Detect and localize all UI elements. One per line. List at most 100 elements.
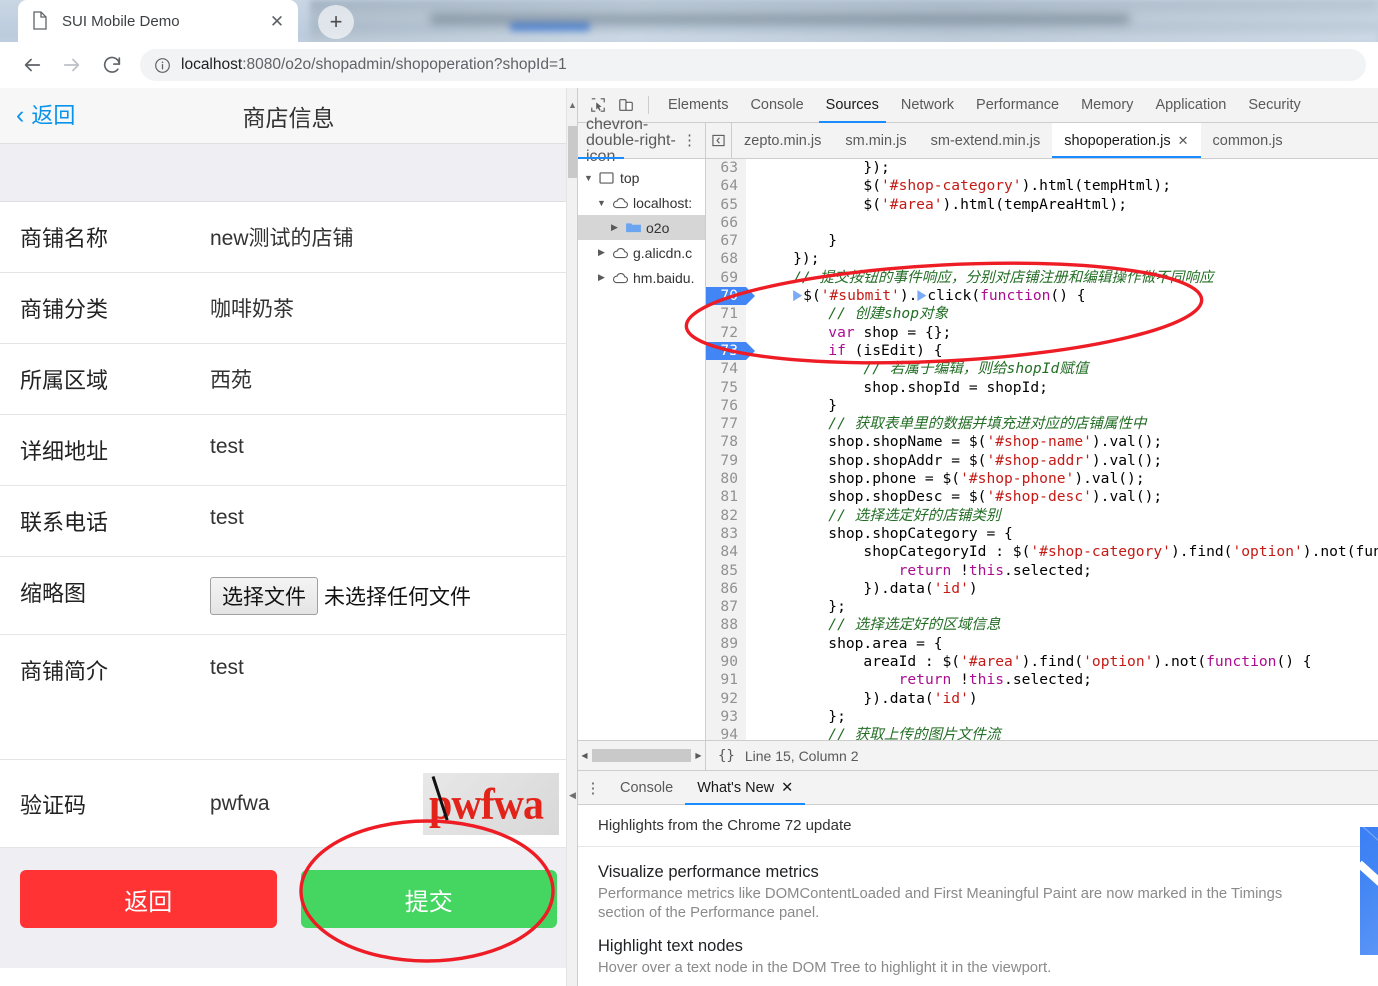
code-line[interactable]: 78 shop.shopName = $('#shop-name').val()…	[706, 433, 1378, 452]
tab-application[interactable]: Application	[1144, 88, 1237, 123]
new-tab-button[interactable]: +	[318, 5, 354, 39]
code-text[interactable]: }).data('id')	[746, 690, 1378, 708]
code-line[interactable]: 81 shop.shopDesc = $('#shop-desc').val()…	[706, 488, 1378, 507]
code-text[interactable]: shopCategoryId : $('#shop-category').fin…	[746, 543, 1378, 561]
line-number[interactable]: 88	[706, 616, 746, 635]
row-value[interactable]: new测试的店铺	[210, 202, 577, 271]
code-line[interactable]: 92 }).data('id')	[706, 689, 1378, 708]
code-line[interactable]: 88 // 选择选定好的区域信息	[706, 616, 1378, 635]
code-text[interactable]: // 获取上传的图片文件流	[746, 726, 1378, 740]
tree-item-o2o[interactable]: ▶ o2o	[578, 215, 705, 240]
more-vertical-icon[interactable]: ⋮	[578, 771, 608, 804]
tree-item-localhost[interactable]: ▼ localhost:	[578, 190, 705, 215]
more-vertical-icon[interactable]: ⋮	[682, 133, 697, 148]
code-line[interactable]: 87 };	[706, 598, 1378, 617]
code-line[interactable]: 82 // 选择选定好的店铺类别	[706, 506, 1378, 525]
line-number[interactable]: 72	[706, 323, 746, 342]
file-tab-zepto[interactable]: zepto.min.js	[732, 123, 833, 158]
code-line[interactable]: 94 // 获取上传的图片文件流	[706, 726, 1378, 740]
code-text[interactable]: $('#shop-category').html(tempHtml);	[746, 177, 1378, 195]
reload-icon[interactable]	[92, 45, 132, 85]
code-line[interactable]: 64 $('#shop-category').html(tempHtml);	[706, 177, 1378, 196]
line-number[interactable]: 77	[706, 415, 746, 434]
line-number[interactable]: 67	[706, 232, 746, 251]
scroll-down-icon[interactable]: ◀	[567, 788, 577, 802]
code-line[interactable]: 71 // 创建shop对象	[706, 305, 1378, 324]
item-title[interactable]: Highlight text nodes	[598, 937, 1298, 956]
code-text[interactable]: };	[746, 598, 1378, 616]
code-text[interactable]: shop.shopAddr = $('#shop-addr').val();	[746, 452, 1378, 470]
code-text[interactable]: $('#area').html(tempAreaHtml);	[746, 196, 1378, 214]
code-text[interactable]: // 创建shop对象	[746, 305, 1378, 323]
code-text[interactable]: shop.shopName = $('#shop-name').val();	[746, 433, 1378, 451]
code-text[interactable]: // 选择选定好的区域信息	[746, 616, 1378, 634]
line-number[interactable]: 78	[706, 433, 746, 452]
tab-network[interactable]: Network	[890, 88, 965, 123]
code-line[interactable]: 86 }).data('id')	[706, 579, 1378, 599]
close-icon[interactable]: ✕	[266, 10, 288, 32]
info-circle-icon[interactable]	[154, 57, 171, 74]
code-line[interactable]: 89 shop.area = {	[706, 634, 1378, 654]
line-number[interactable]: 66	[706, 213, 746, 233]
line-number[interactable]: 89	[706, 634, 746, 654]
source-code-editor[interactable]: 63 }); 64 $('#shop-category').html(tempHt…	[706, 159, 1378, 740]
file-tab-sm[interactable]: sm.min.js	[833, 123, 918, 158]
code-text[interactable]: shop.area = {	[746, 635, 1378, 653]
line-number[interactable]: 76	[706, 396, 746, 416]
code-text[interactable]: };	[746, 708, 1378, 726]
code-line[interactable]: 79 shop.shopAddr = $('#shop-addr').val()…	[706, 451, 1378, 471]
back-button[interactable]: 返回	[20, 870, 277, 928]
code-text[interactable]: });	[746, 159, 1378, 177]
close-icon[interactable]: ✕	[781, 780, 793, 796]
line-number[interactable]: 68	[706, 250, 746, 269]
code-line[interactable]: 63 });	[706, 159, 1378, 178]
close-icon[interactable]: ✕	[1178, 133, 1189, 149]
line-number[interactable]: 69	[706, 268, 746, 288]
device-toggle-icon[interactable]	[612, 91, 640, 119]
chevron-right-icon[interactable]: ▶	[595, 272, 608, 283]
chevron-down-icon[interactable]: ▼	[582, 173, 595, 183]
row-value[interactable]: test	[210, 635, 577, 699]
item-title[interactable]: Visualize performance metrics	[598, 863, 1298, 882]
page-scrollbar[interactable]: ▲ ◀	[566, 88, 577, 986]
browser-tab[interactable]: SUI Mobile Demo ✕	[18, 0, 298, 42]
code-line[interactable]: 66	[706, 213, 1378, 233]
code-line[interactable]: 93 };	[706, 707, 1378, 727]
chevron-right-icon[interactable]: ▶	[595, 247, 608, 258]
code-line[interactable]: 91 return !this.selected;	[706, 671, 1378, 690]
row-value[interactable]: 咖啡奶茶	[210, 273, 577, 342]
code-line[interactable]: 80 shop.phone = $('#shop-phone').val();	[706, 470, 1378, 489]
tree-item-hmbaidu[interactable]: ▶ hm.baidu.	[578, 265, 705, 290]
breakpoint-line-number[interactable]: 73	[706, 341, 755, 361]
code-line[interactable]: 83 shop.shopCategory = {	[706, 524, 1378, 544]
code-text[interactable]: shop.shopDesc = $('#shop-desc').val();	[746, 488, 1378, 506]
tree-item-top[interactable]: ▼ top	[578, 165, 705, 190]
code-text[interactable]: // 选择选定好的店铺类别	[746, 507, 1378, 525]
code-text[interactable]: $('#submit'). click(function() {	[746, 287, 1378, 305]
chevron-right-icon[interactable]: ▶	[608, 222, 621, 233]
cursor-select-icon[interactable]	[584, 91, 612, 119]
code-line[interactable]: 74 // 若属于编辑，则给shopId赋值	[706, 360, 1378, 379]
code-line[interactable]: 65 $('#area').html(tempAreaHtml);	[706, 195, 1378, 214]
code-text[interactable]: return !this.selected;	[746, 671, 1378, 689]
line-number[interactable]: 63	[706, 159, 746, 178]
code-text[interactable]: var shop = {};	[746, 324, 1378, 342]
tab-console[interactable]: Console	[739, 88, 814, 123]
line-number[interactable]: 87	[706, 598, 746, 617]
line-number[interactable]: 75	[706, 378, 746, 397]
code-line[interactable]: 84 shopCategoryId : $('#shop-category').…	[706, 543, 1378, 562]
code-line[interactable]: 77 // 获取表单里的数据并填充进对应的店铺属性中	[706, 415, 1378, 434]
line-number[interactable]: 84	[706, 543, 746, 562]
code-line[interactable]: 90 areaId : $('#area').find('option').no…	[706, 653, 1378, 672]
line-number[interactable]: 94	[706, 726, 746, 740]
chevron-double-right-icon[interactable]: chevron-double-right-icon	[586, 116, 682, 165]
code-text[interactable]: }).data('id')	[746, 580, 1378, 598]
row-value[interactable]: 西苑	[210, 344, 577, 413]
tab-sources[interactable]: Sources	[815, 88, 890, 123]
scroll-up-icon[interactable]: ▲	[567, 98, 577, 112]
file-tab-common[interactable]: common.js	[1201, 123, 1295, 158]
tab-performance[interactable]: Performance	[965, 88, 1070, 123]
choose-file-button[interactable]: 选择文件	[210, 577, 318, 615]
tab-memory[interactable]: Memory	[1070, 88, 1144, 123]
captcha-image[interactable]: pwfwa	[423, 772, 559, 835]
